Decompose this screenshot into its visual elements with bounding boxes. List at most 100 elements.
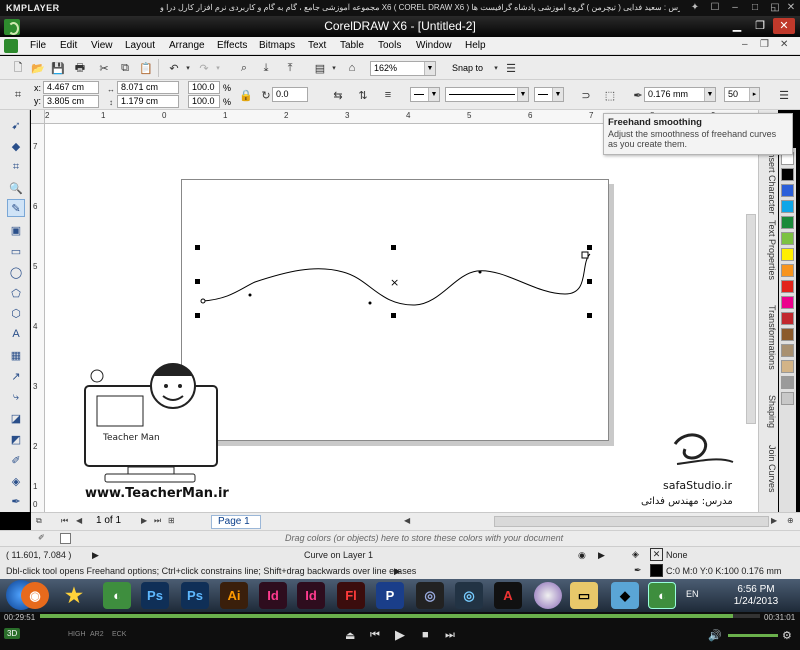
docker-tab-transformations[interactable]: Transformations — [761, 305, 777, 370]
drawing-canvas[interactable]: × Teacher Man www.TeacherMan.ir safaStud… — [45, 124, 758, 512]
horizontal-scrollbar-thumb[interactable] — [494, 516, 769, 527]
vertical-ruler[interactable]: 7 6 5 4 3 2 1 0 — [31, 124, 45, 512]
transparency-tool-icon[interactable]: ◩ — [7, 430, 25, 448]
table-tool-icon[interactable]: ▦ — [7, 346, 25, 364]
open-icon[interactable]: 📂 — [30, 60, 46, 76]
language-indicator[interactable]: EN — [686, 589, 699, 599]
docker-tab-join-curves[interactable]: Join Curves — [761, 445, 777, 493]
freehand-smoothing-field[interactable]: 50 ▸ — [724, 87, 760, 102]
rectangle-tool-icon[interactable]: ▭ — [7, 242, 25, 260]
center-marker-icon[interactable]: × — [390, 276, 399, 289]
selection-handle[interactable] — [391, 313, 396, 318]
paste-icon[interactable]: 📋 — [138, 60, 154, 76]
previous-icon[interactable]: ⏮ — [370, 629, 380, 642]
color-swatch[interactable] — [781, 264, 794, 277]
menu-layout[interactable]: Layout — [125, 40, 155, 51]
close-button[interactable]: ✕ — [773, 18, 795, 34]
next-page-icon[interactable]: ▶ — [141, 516, 147, 525]
scale-x-field[interactable]: 100.0 — [188, 81, 220, 94]
photoshop-icon[interactable]: Ps — [141, 582, 169, 609]
y-position-field[interactable]: 3.805 cm — [43, 95, 99, 108]
end-arrowhead-selector[interactable]: ▼ — [534, 87, 564, 102]
doc-restore-icon[interactable]: ❐ — [760, 39, 769, 50]
menu-bitmaps[interactable]: Bitmaps — [259, 40, 295, 51]
player-close-icon[interactable]: ✕ — [784, 2, 798, 14]
selection-handle[interactable] — [587, 279, 592, 284]
height-field[interactable]: 1.179 cm — [117, 95, 179, 108]
application-launcher-dropdown-icon[interactable]: ▾ — [326, 60, 342, 76]
eyedropper-tool-icon[interactable]: ✐ — [7, 451, 25, 469]
player-maximize-icon[interactable]: □ — [748, 2, 762, 14]
menu-arrange[interactable]: Arrange — [169, 40, 205, 51]
volume-icon[interactable]: 🔊 — [708, 629, 722, 642]
curve-node[interactable] — [368, 301, 372, 305]
options-icon[interactable]: ☰ — [503, 60, 519, 76]
color-swatch[interactable] — [781, 344, 794, 357]
no-fill-swatch[interactable]: ✕ — [650, 548, 663, 561]
play-icon[interactable]: ▶ — [395, 627, 405, 643]
3d-app-icon[interactable]: ◎ — [416, 582, 444, 609]
curve-node[interactable] — [248, 293, 252, 297]
ellipse-tool-icon[interactable]: ◯ — [7, 263, 25, 281]
next-icon[interactable]: ⏭ — [445, 629, 455, 642]
color-swatch[interactable] — [781, 280, 794, 293]
color-swatch[interactable] — [781, 312, 794, 325]
outline-color-swatch[interactable] — [650, 564, 663, 577]
volume-slider[interactable] — [728, 634, 778, 637]
snap-dropdown-icon[interactable]: ▾ — [488, 60, 504, 76]
dvd-app-icon[interactable] — [534, 582, 562, 609]
mirror-vertical-icon[interactable]: ⇅ — [355, 87, 371, 103]
color-swatch[interactable] — [781, 392, 794, 405]
chevron-down-icon[interactable]: ▼ — [424, 62, 435, 75]
drop-shadow-tool-icon[interactable]: ◪ — [7, 409, 25, 427]
system-clock[interactable]: 6:56 PM 1/24/2013 — [728, 584, 784, 608]
docker-tab-text-properties[interactable]: Text Properties — [761, 220, 777, 280]
color-swatch[interactable] — [781, 216, 794, 229]
star-app-icon[interactable]: ★ — [60, 582, 88, 609]
menu-view[interactable]: View — [91, 40, 113, 51]
media-app-icon[interactable]: ◎ — [455, 582, 483, 609]
selection-handle[interactable] — [195, 279, 200, 284]
search-content-icon[interactable]: ⌕ — [236, 60, 252, 76]
window-app-icon[interactable]: ◆ — [611, 582, 639, 609]
start-arrowhead-selector[interactable]: ▼ — [410, 87, 440, 102]
doc-minimize-icon[interactable]: – — [742, 39, 748, 50]
add-page-icon[interactable]: ⊞ — [168, 516, 175, 525]
menu-effects[interactable]: Effects — [217, 40, 247, 51]
pick-tool-icon[interactable]: ➹ — [7, 116, 25, 134]
copy-icon[interactable]: ⧉ — [117, 60, 133, 76]
curve-end-node[interactable] — [581, 251, 589, 259]
rotation-field[interactable]: 0.0 — [272, 87, 308, 102]
freehand-tool-icon[interactable]: ✎ — [7, 199, 25, 217]
docker-tab-insert-character[interactable]: Insert Character — [761, 150, 777, 215]
color-swatch[interactable] — [781, 296, 794, 309]
docker-tab-shaping[interactable]: Shaping — [761, 395, 777, 428]
menu-file[interactable]: File — [30, 40, 46, 51]
import-icon[interactable]: ⤓ — [258, 60, 274, 76]
chevron-down-icon[interactable]: ▼ — [428, 88, 439, 101]
acrobat-app-icon[interactable]: A — [494, 582, 522, 609]
player-minimize-icon[interactable]: – — [728, 2, 742, 14]
selection-handle[interactable] — [587, 313, 592, 318]
outline-width-combo[interactable]: 0.176 mm ▼ — [644, 87, 716, 102]
chevron-down-icon[interactable]: ▼ — [517, 88, 528, 101]
menu-text[interactable]: Text — [308, 40, 326, 51]
chevron-down-icon[interactable]: ▼ — [704, 88, 715, 101]
selection-handle[interactable] — [391, 245, 396, 250]
undo-dropdown-icon[interactable]: ▾ — [180, 60, 196, 76]
pin-icon[interactable]: ✦ — [688, 2, 702, 14]
indesign-icon[interactable]: Id — [259, 582, 287, 609]
line-style-selector[interactable]: ▼ — [445, 87, 529, 102]
color-swatch[interactable] — [781, 184, 794, 197]
eyedropper-icon[interactable]: ✐ — [38, 533, 45, 542]
selection-handle[interactable] — [195, 245, 200, 250]
curve-node[interactable] — [478, 270, 482, 274]
minimize-button[interactable]: ▁ — [726, 18, 748, 34]
close-curve-icon[interactable]: ⊃ — [578, 87, 594, 103]
options-icon[interactable]: ☰ — [776, 87, 792, 103]
3d-mode-badge[interactable]: 3D — [4, 628, 21, 639]
snap-to-button[interactable]: Snap to — [452, 63, 483, 73]
print-icon[interactable]: 🖶 — [72, 60, 88, 76]
lock-ratio-icon[interactable]: 🔒 — [238, 87, 254, 103]
basic-shapes-tool-icon[interactable]: ⬡ — [7, 304, 25, 322]
